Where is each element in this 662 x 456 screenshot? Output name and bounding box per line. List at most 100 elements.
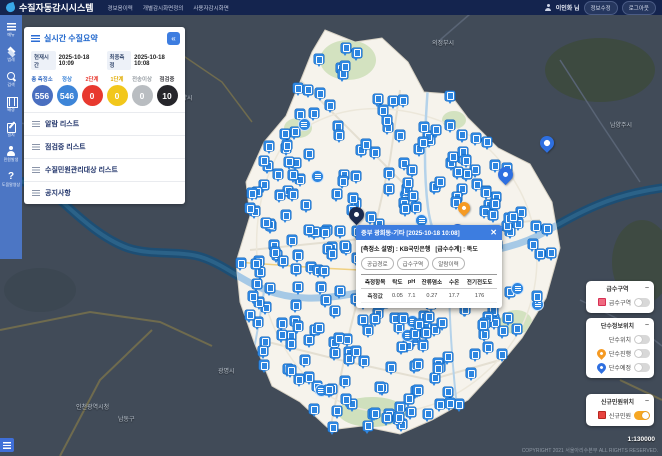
station-marker[interactable] <box>370 408 380 418</box>
panel-list-item-0[interactable]: 알람 리스트 <box>24 112 185 135</box>
station-marker[interactable] <box>291 264 301 274</box>
station-marker[interactable] <box>490 199 500 209</box>
station-marker[interactable] <box>284 157 294 167</box>
station-marker[interactable] <box>421 328 431 338</box>
rail-item-layers[interactable]: 범례 <box>6 46 17 62</box>
station-marker[interactable] <box>512 324 522 334</box>
station-marker[interactable] <box>251 259 261 269</box>
station-marker[interactable] <box>378 105 388 115</box>
top-menu-item-2[interactable]: 사용자감시화면 <box>193 4 228 12</box>
station-marker[interactable] <box>445 120 455 130</box>
rail-item-person[interactable]: 민원발생 <box>4 146 19 162</box>
water-outage-progress-pin[interactable] <box>458 202 470 214</box>
station-marker[interactable] <box>316 282 326 292</box>
station-marker[interactable] <box>236 258 246 268</box>
station-marker[interactable] <box>281 210 291 220</box>
station-marker[interactable] <box>358 315 368 325</box>
station-marker[interactable] <box>320 227 330 237</box>
station-marker[interactable] <box>453 167 463 177</box>
station-cluster-marker[interactable] <box>298 118 311 131</box>
rail-item-search[interactable]: 검색 <box>6 71 17 87</box>
station-marker[interactable] <box>370 314 380 324</box>
station-marker[interactable] <box>293 282 303 292</box>
station-marker[interactable] <box>319 266 329 276</box>
station-marker[interactable] <box>314 54 324 64</box>
station-marker[interactable] <box>341 43 351 53</box>
station-marker[interactable] <box>508 212 518 222</box>
map-panel-toggle-button[interactable] <box>0 438 14 452</box>
station-marker[interactable] <box>445 91 455 101</box>
station-marker[interactable] <box>259 156 269 166</box>
station-marker[interactable] <box>361 139 371 149</box>
station-marker[interactable] <box>437 318 447 328</box>
station-marker[interactable] <box>445 398 455 408</box>
rail-item-help[interactable]: ?도움말영상 <box>2 171 20 187</box>
station-marker[interactable] <box>334 333 344 343</box>
panel-list-item-3[interactable]: 공지사항 <box>24 181 185 204</box>
station-marker[interactable] <box>370 147 380 157</box>
station-marker[interactable] <box>404 394 414 404</box>
station-marker[interactable] <box>386 362 396 372</box>
station-marker[interactable] <box>321 295 331 305</box>
minimize-icon[interactable]: − <box>645 398 649 405</box>
station-marker[interactable] <box>252 279 262 289</box>
station-marker[interactable] <box>303 85 313 95</box>
station-marker[interactable] <box>328 422 338 432</box>
station-marker[interactable] <box>304 149 314 159</box>
panel-list-item-1[interactable]: 점검중 리스트 <box>24 135 185 158</box>
station-marker[interactable] <box>309 404 319 414</box>
station-marker[interactable] <box>258 346 268 356</box>
station-marker[interactable] <box>314 323 324 333</box>
station-marker[interactable] <box>363 325 373 335</box>
station-marker[interactable] <box>448 152 458 162</box>
station-marker[interactable] <box>245 310 255 320</box>
station-marker[interactable] <box>286 339 296 349</box>
station-marker[interactable] <box>286 365 296 375</box>
panel-collapse-button[interactable]: « <box>167 32 180 45</box>
station-marker[interactable] <box>277 318 287 328</box>
station-marker[interactable] <box>304 372 314 382</box>
station-marker[interactable] <box>288 170 298 180</box>
station-marker[interactable] <box>482 137 492 147</box>
station-marker[interactable] <box>478 320 488 330</box>
station-marker[interactable] <box>466 368 476 378</box>
water-outage-planned-pin[interactable] <box>498 167 513 182</box>
station-marker[interactable] <box>273 169 283 179</box>
top-menu-item-1[interactable]: 개별감시화면정의 <box>143 4 183 12</box>
station-marker[interactable] <box>304 335 314 345</box>
station-marker[interactable] <box>288 189 298 199</box>
station-marker[interactable] <box>443 352 453 362</box>
station-marker[interactable] <box>245 203 255 213</box>
station-marker[interactable] <box>363 421 373 431</box>
station-marker[interactable] <box>443 387 453 397</box>
station-marker[interactable] <box>394 412 404 422</box>
station-marker[interactable] <box>435 399 445 409</box>
station-marker[interactable] <box>395 402 405 412</box>
station-marker[interactable] <box>294 374 304 384</box>
toggle-switch[interactable] <box>634 298 650 307</box>
panel-list-item-2[interactable]: 수질민원관리대상 리스트 <box>24 158 185 181</box>
station-marker[interactable] <box>462 169 472 179</box>
station-marker[interactable] <box>248 291 258 301</box>
station-marker[interactable] <box>348 193 358 203</box>
station-marker[interactable] <box>528 239 538 249</box>
rail-item-grid[interactable]: 배경 <box>6 96 17 112</box>
station-marker[interactable] <box>418 340 428 350</box>
station-marker[interactable] <box>261 218 271 228</box>
station-marker[interactable] <box>398 313 408 323</box>
station-marker[interactable] <box>403 178 413 188</box>
station-marker[interactable] <box>340 241 350 251</box>
rail-item-edit[interactable]: 일지 <box>6 121 17 137</box>
station-marker[interactable] <box>406 407 416 417</box>
station-marker[interactable] <box>309 108 319 118</box>
station-marker[interactable] <box>483 342 493 352</box>
station-marker[interactable] <box>375 382 385 392</box>
station-marker[interactable] <box>325 100 335 110</box>
station-marker[interactable] <box>457 130 467 140</box>
station-marker[interactable] <box>413 385 423 395</box>
station-marker[interactable] <box>423 409 433 419</box>
station-marker[interactable] <box>327 249 337 259</box>
station-marker[interactable] <box>315 88 325 98</box>
water-outage-planned-pin[interactable] <box>540 136 554 150</box>
station-marker[interactable] <box>542 224 552 234</box>
